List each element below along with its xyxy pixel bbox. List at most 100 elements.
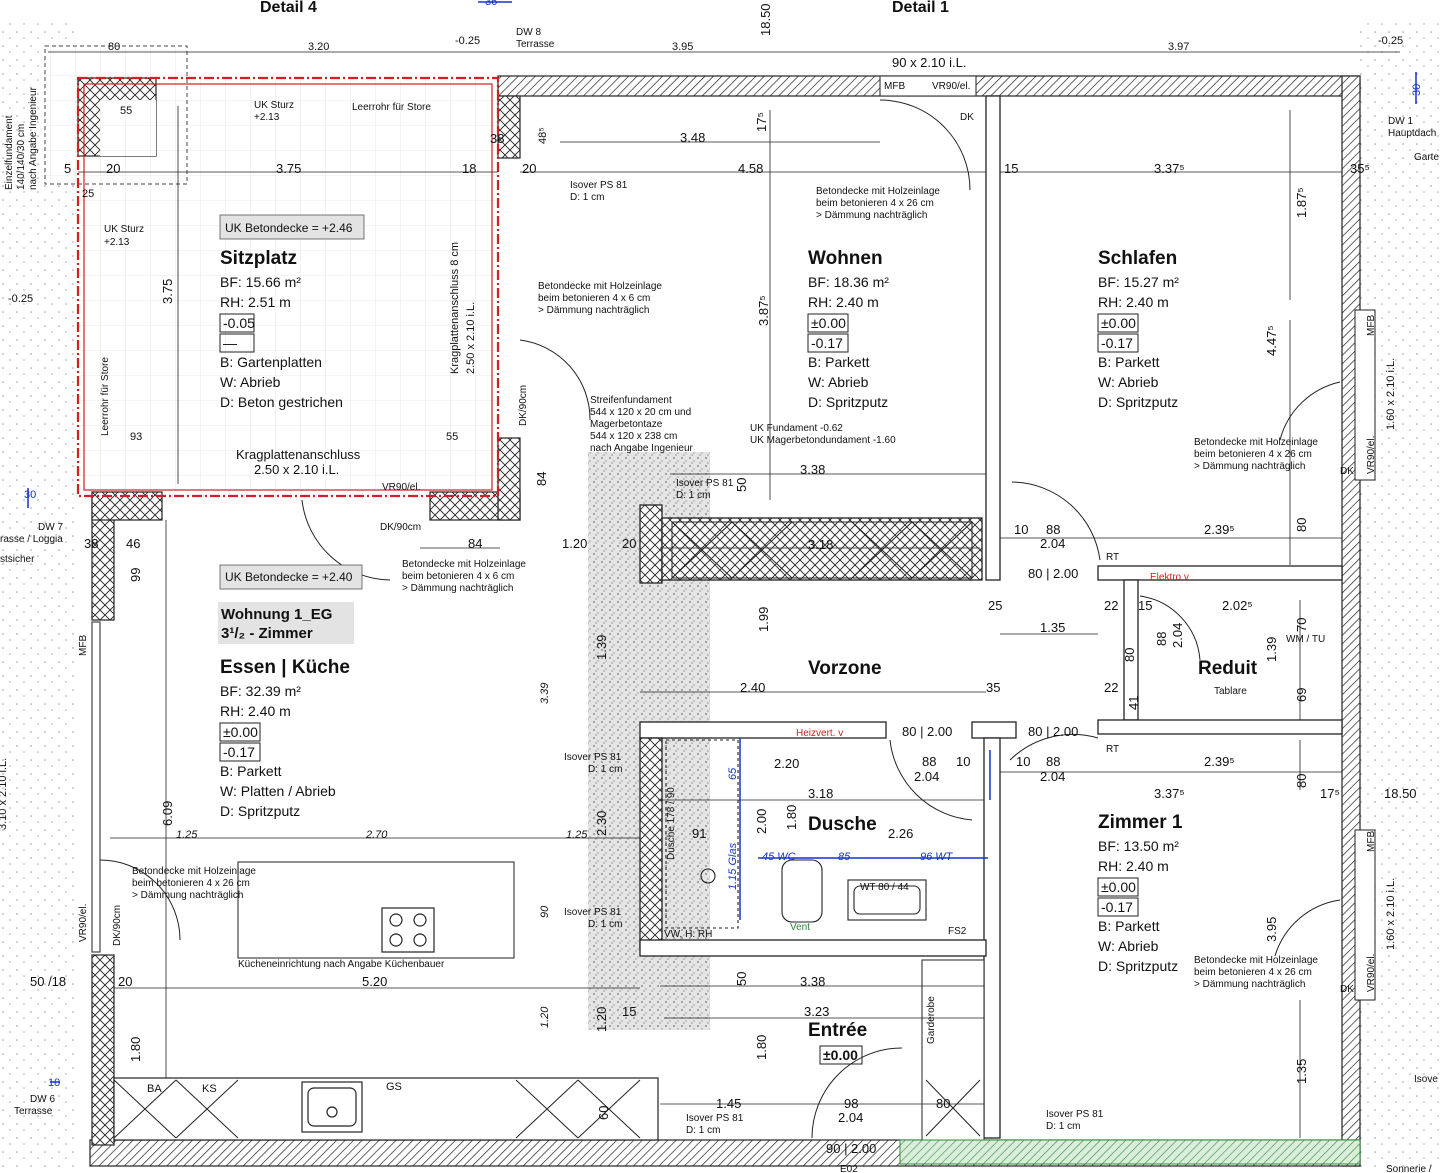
isover-6-d: D: 1 cm bbox=[1046, 1121, 1080, 1132]
dim-4475: 4.47⁵ bbox=[1264, 325, 1279, 356]
dim-204-b: 2.04 bbox=[1170, 623, 1185, 648]
detail-1-label: Detail 1 bbox=[892, 0, 949, 16]
dw6-sub: Terrasse bbox=[14, 1106, 53, 1117]
dim-180-c: 1.80 bbox=[754, 1035, 769, 1060]
dim-88-c: 88 bbox=[922, 754, 936, 769]
dim-323: 3.23 bbox=[804, 1004, 829, 1019]
dim-339: 3.39 bbox=[539, 683, 551, 704]
fs-label: FS2 bbox=[948, 926, 967, 937]
wohnen-bf: BF: 18.36 m² bbox=[808, 274, 889, 290]
dim-3875: 3.87⁵ bbox=[756, 295, 771, 326]
einzel-1: Einzelfundament bbox=[4, 115, 15, 190]
uk-fundament: UK Fundament -0.62 bbox=[750, 423, 843, 434]
dim-65: 65 bbox=[727, 767, 739, 780]
schlafen-rh: RH: 2.40 m bbox=[1098, 294, 1169, 310]
reduit-sub: Tablare bbox=[1214, 686, 1247, 697]
dim-69: 69 bbox=[1294, 688, 1309, 702]
essen-title: Essen | Küche bbox=[220, 657, 350, 678]
dim-230: 2.30 bbox=[594, 811, 609, 836]
isover-6: Isover PS 81 bbox=[1046, 1109, 1104, 1120]
streifen-2: 544 x 120 x 20 cm und bbox=[590, 407, 691, 418]
dim-91: 91 bbox=[692, 826, 706, 841]
dim-15-c: 15 bbox=[622, 1004, 636, 1019]
essen-level2: -0.17 bbox=[223, 744, 255, 760]
dim-2025: 2.02⁵ bbox=[1222, 598, 1253, 613]
dim-226: 2.26 bbox=[888, 826, 913, 841]
dw8-sub: Terrasse bbox=[516, 39, 555, 50]
vr-right-b: VR90/el. bbox=[1366, 954, 1377, 992]
vr-left: VR90/el. bbox=[78, 904, 89, 942]
green-strip bbox=[899, 1139, 1361, 1165]
dim-180-b: 1.80 bbox=[784, 805, 799, 830]
dim-96wt: 96 WT bbox=[920, 851, 954, 863]
dim-30-blue-b: 30 bbox=[24, 489, 36, 501]
dim-80-e: 80 bbox=[936, 1096, 950, 1111]
schlafen-w: W: Abrieb bbox=[1098, 374, 1159, 390]
v-160-a: 1.60 x 2.10 i.L. bbox=[1385, 358, 1397, 430]
sitzplatz-level2: — bbox=[223, 335, 237, 351]
wohnen-rh: RH: 2.40 m bbox=[808, 294, 879, 310]
note-essen-top-1: Betondecke mit Holzeinlage bbox=[402, 559, 526, 570]
bottom-e02: E02 bbox=[840, 1164, 858, 1173]
dim-3375-a: 3.37⁵ bbox=[1154, 161, 1185, 176]
uk-sturz-2-val: +2.13 bbox=[104, 237, 130, 248]
dim-35: 35 bbox=[986, 680, 1000, 695]
kragplatte-label: Kragplattenanschluss bbox=[236, 447, 361, 462]
dim-10-c: 10 bbox=[956, 754, 970, 769]
opening-90-top: 90 x 2.10 i.L. bbox=[892, 55, 966, 70]
dim-30-blue-a: 30 bbox=[1411, 84, 1423, 96]
dw7-sub: rasse / Loggia bbox=[0, 534, 63, 545]
ks-label: KS bbox=[202, 1083, 217, 1095]
dim-120-b: 1.20 bbox=[539, 1006, 551, 1028]
zimmer1-level1: ±0.00 bbox=[1101, 879, 1136, 895]
note-zimmer-3: > Dämmung nachträglich bbox=[1194, 979, 1305, 990]
dim-220: 2.20 bbox=[774, 756, 799, 771]
note-essen-1: Betondecke mit Holzeinlage bbox=[132, 866, 256, 877]
zimmer1-bf: BF: 13.50 m² bbox=[1098, 838, 1179, 854]
einzel-2: 140/140/30 cm bbox=[16, 124, 27, 190]
opening-8020-b: 80 | 2.00 bbox=[1028, 724, 1078, 739]
dim-25-a: 25 bbox=[82, 188, 94, 200]
leerrohr-top: Leerrohr für Store bbox=[352, 102, 431, 113]
dusche-title: Dusche bbox=[808, 814, 877, 835]
dim-1875: 1.87⁵ bbox=[1294, 187, 1309, 218]
dim-18: 18 bbox=[462, 161, 476, 176]
dim-318-a: 3.18 bbox=[808, 537, 833, 552]
einzel-3: nach Angabe Ingenieur bbox=[28, 86, 39, 190]
dim-395: 3.95 bbox=[672, 41, 693, 53]
dw6-label: DW 6 bbox=[30, 1094, 55, 1105]
opening-8020-a: 80 | 2.00 bbox=[902, 724, 952, 739]
uk-sturz-1: UK Sturz bbox=[254, 100, 294, 111]
kragplatte-v1: Kragplattenanschluss 8 cm bbox=[449, 242, 461, 374]
note-top-1: Betondecke mit Holzeinlage bbox=[816, 186, 940, 197]
vorzone-title: Vorzone bbox=[808, 658, 882, 679]
sitzplatz-rh: RH: 2.51 m bbox=[220, 294, 291, 310]
dim-46: 46 bbox=[126, 536, 140, 551]
vr-right-a: VR90/el. bbox=[1366, 436, 1377, 474]
dim-175: 17⁵ bbox=[754, 112, 769, 132]
dim-1850-right: 18.50 bbox=[1384, 786, 1417, 801]
dk90-essen: DK/90cm bbox=[112, 905, 123, 946]
level-right-top: -0.25 bbox=[1378, 35, 1403, 47]
dim-375-v: 3.75 bbox=[160, 279, 175, 304]
dim-22-b: 22 bbox=[1104, 680, 1118, 695]
dim-485: 48⁵ bbox=[537, 127, 549, 144]
gs-label: GS bbox=[386, 1081, 402, 1093]
dim-50-b: 50 bbox=[734, 478, 749, 492]
dim-200-a: 2.00 bbox=[754, 809, 769, 834]
dim-80: 80 bbox=[108, 41, 120, 53]
dim-90-a: 90 bbox=[539, 905, 551, 918]
dim-5: 5 bbox=[64, 161, 71, 176]
dim-135-a: 1.35 bbox=[1040, 620, 1065, 635]
sonnerie-label: Sonnerie / bbox=[1386, 1164, 1432, 1173]
dim-240: 2.40 bbox=[740, 680, 765, 695]
dim-84-a: 84 bbox=[468, 536, 482, 551]
isover-2-d: D: 1 cm bbox=[676, 490, 710, 501]
dim-55-b: 55 bbox=[446, 431, 458, 443]
dim-2395-b: 2.39⁵ bbox=[1204, 754, 1235, 769]
dim-338-a: 3.38 bbox=[800, 462, 825, 477]
dim-355: 35⁵ bbox=[1350, 161, 1370, 176]
sitzplatz-uk: UK Betondecke = +2.46 bbox=[225, 221, 353, 235]
leerrohr-left: Leerrohr für Store bbox=[100, 357, 111, 436]
dim-145: 1.45 bbox=[716, 1096, 741, 1111]
